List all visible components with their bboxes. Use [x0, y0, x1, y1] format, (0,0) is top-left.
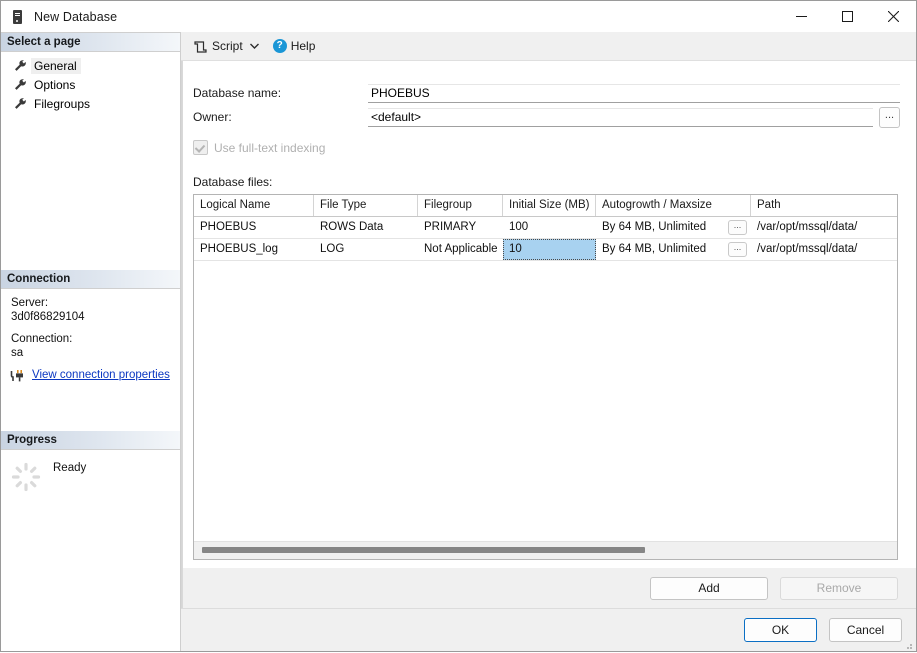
window-controls [778, 1, 916, 32]
owner-row: Owner: ... [191, 105, 900, 129]
progress-status: Ready [53, 462, 87, 474]
grid-cell-path[interactable]: /var/opt/mssql/data/ [751, 239, 897, 260]
add-button[interactable]: Add [650, 576, 768, 600]
grid-column-header[interactable]: Initial Size (MB) [503, 195, 596, 216]
grid-cell-logical-name[interactable]: PHOEBUS [194, 217, 314, 238]
autogrowth-browse-button[interactable]: ... [728, 242, 747, 257]
connection-value: sa [11, 346, 24, 359]
autogrowth-browse-button[interactable]: ... [728, 220, 747, 235]
script-icon [193, 39, 208, 54]
use-fulltext-indexing-label: Use full-text indexing [214, 140, 326, 155]
grid-cell-autogrowth[interactable]: By 64 MB, Unlimited... [596, 217, 751, 238]
maximize-icon[interactable] [824, 1, 870, 32]
general-page-content: Database name: Owner: ... Use full-text … [181, 61, 916, 608]
grid-cell-logical-name[interactable]: PHOEBUS_log [194, 239, 314, 260]
help-label: Help [290, 39, 316, 53]
sidebar-item-general[interactable]: General [1, 56, 180, 75]
grid-column-header[interactable]: Path [751, 195, 903, 216]
scrollbar-thumb[interactable] [202, 547, 645, 553]
select-a-page-header: Select a page [1, 33, 180, 52]
page-list: General Options Filegroups [1, 52, 180, 113]
view-connection-properties-link[interactable]: View connection properties [32, 369, 170, 383]
grid-header-row: Logical Name File Type Filegroup Initial Si… [194, 195, 897, 217]
connection-info: Connection: sa [11, 333, 180, 360]
grid-cell-file-type[interactable]: ROWS Data [314, 217, 418, 238]
wrench-icon [13, 78, 27, 92]
window-title: New Database [34, 9, 118, 24]
close-icon[interactable] [870, 1, 916, 32]
new-database-dialog: New Database Select a page General Optio… [0, 0, 917, 652]
grid-column-header[interactable]: Autogrowth / Maxsize [596, 195, 751, 216]
database-name-input[interactable] [368, 83, 900, 103]
database-files-label: Database files: [193, 175, 273, 189]
dialog-footer: OK Cancel [181, 608, 916, 651]
grid-cell-initial-size[interactable]: 10 [503, 239, 596, 260]
table-row[interactable]: PHOEBUS_log LOG Not Applicable 10 By 64 MB, … [194, 239, 897, 261]
table-row[interactable]: PHOEBUS ROWS Data PRIMARY 100 By 64 MB, Unli… [194, 217, 897, 239]
progress-header: Progress [1, 431, 180, 450]
grid-cell-filegroup[interactable]: PRIMARY [418, 217, 503, 238]
owner-input[interactable] [368, 107, 873, 127]
progress-section: Progress Ready [1, 431, 180, 494]
help-button[interactable]: ? Help [269, 35, 320, 57]
dialog-body: Select a page General Options Filegroups… [1, 32, 916, 651]
resize-grip[interactable] [903, 639, 913, 649]
sidebar-item-label: General [31, 57, 81, 74]
grid-horizontal-scrollbar[interactable] [194, 541, 897, 559]
sidebar-bottom-fill [1, 494, 180, 651]
cancel-button[interactable]: Cancel [829, 618, 902, 642]
wrench-icon [13, 59, 27, 73]
database-name-label: Database name: [193, 86, 282, 100]
database-name-row: Database name: [191, 81, 900, 105]
right-pane: Script ? Help Database name: PHOEBUS Own… [181, 32, 916, 651]
sidebar-item-label: Options [34, 77, 76, 92]
use-fulltext-indexing-checkbox [193, 140, 208, 155]
ok-button[interactable]: OK [744, 618, 817, 642]
connection-section: Connection Server: 3d0f86829104 Connecti… [1, 270, 180, 431]
toolbar: Script ? Help [181, 32, 916, 61]
connection-plug-icon [10, 369, 26, 383]
remove-button: Remove [780, 576, 898, 600]
grid-body: PHOEBUS ROWS Data PRIMARY 100 By 64 MB, Unli… [194, 217, 897, 541]
sidebar-item-options[interactable]: Options [1, 75, 180, 94]
grid-column-header[interactable]: Logical Name [194, 195, 314, 216]
owner-browse-button[interactable]: ... [879, 106, 900, 128]
form-area: Database name: Owner: ... Use full-text … [183, 61, 916, 155]
minimize-icon[interactable] [778, 1, 824, 32]
chevron-down-icon[interactable] [247, 35, 263, 57]
connection-body: Server: 3d0f86829104 Connection: sa View… [1, 289, 180, 431]
connection-label: Connection: [11, 333, 73, 345]
wrench-icon [13, 97, 27, 111]
sidebar-item-label: Filegroups [34, 96, 91, 111]
grid-actions-bar: Add Remove [183, 568, 916, 608]
server-label: Server: [11, 297, 49, 309]
server-info: Server: 3d0f86829104 [11, 297, 180, 324]
left-pane: Select a page General Options Filegroups… [1, 32, 181, 651]
view-connection-properties-row[interactable]: View connection properties [10, 369, 180, 383]
progress-body: Ready [1, 450, 180, 494]
grid-cell-path[interactable]: /var/opt/mssql/data/ [751, 217, 897, 238]
connection-filler [11, 383, 180, 431]
content-inner: Database name: Owner: ... Use full-text … [182, 61, 916, 608]
server-value: 3d0f86829104 [11, 310, 85, 323]
help-circle-icon: ? [272, 39, 287, 53]
grid-column-header[interactable]: File Type [314, 195, 418, 216]
database-server-icon [10, 9, 26, 25]
title-bar: New Database [1, 1, 916, 32]
grid-cell-autogrowth[interactable]: By 64 MB, Unlimited... [596, 239, 751, 260]
loading-spinner-icon [11, 462, 41, 492]
grid-cell-filegroup[interactable]: Not Applicable [418, 239, 503, 260]
grid-column-header[interactable]: Filegroup [418, 195, 503, 216]
use-fulltext-indexing-row: Use full-text indexing [191, 140, 900, 155]
script-button[interactable]: Script [189, 35, 247, 57]
connection-header: Connection [1, 270, 180, 289]
grid-cell-file-type[interactable]: LOG [314, 239, 418, 260]
script-label: Script [212, 39, 243, 53]
grid-cell-initial-size[interactable]: 100 [503, 217, 596, 238]
database-files-grid: Logical Name File Type Filegroup Initial Si… [193, 194, 898, 560]
sidebar-item-filegroups[interactable]: Filegroups [1, 94, 180, 113]
owner-label: Owner: [193, 110, 232, 124]
